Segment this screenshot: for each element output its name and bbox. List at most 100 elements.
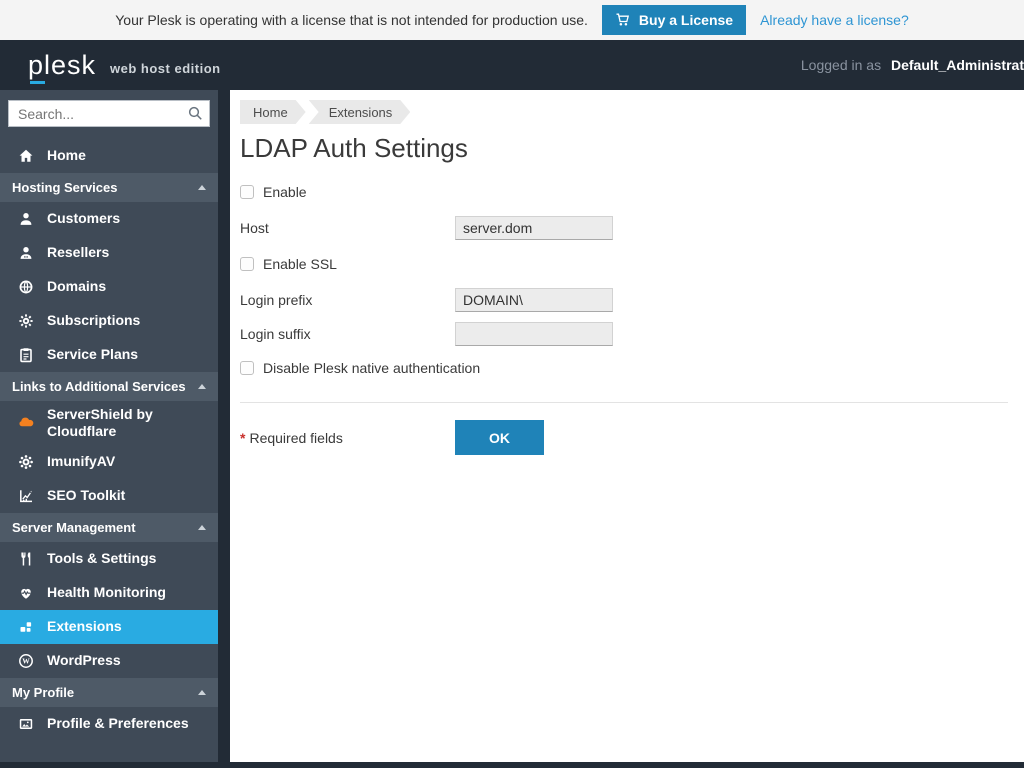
content-panel: Home Extensions LDAP Auth Settings Enabl…: [230, 90, 1024, 762]
reseller-icon: [18, 245, 34, 261]
search-icon[interactable]: [187, 105, 204, 122]
sidebar-item-service-plans[interactable]: Service Plans: [0, 338, 218, 372]
collapse-caret-icon: [198, 384, 206, 389]
imunify-gear-icon: [18, 454, 34, 470]
globe-icon: [18, 279, 34, 295]
login-suffix-label: Login suffix: [240, 326, 455, 342]
clipboard-icon: [18, 347, 34, 363]
sidebar-item-label: Tools & Settings: [47, 550, 208, 568]
login-suffix-row: Login suffix: [240, 322, 1008, 346]
sidebar-item-label: ImunifyAV: [47, 453, 208, 471]
form-footer: *Required fields OK: [240, 420, 1008, 455]
wordpress-icon: W: [18, 653, 34, 669]
sidebar-item-subscriptions[interactable]: Subscriptions: [0, 304, 218, 338]
enable-ssl-label: Enable SSL: [263, 256, 337, 272]
sidebar-item-profile-preferences[interactable]: Profile & Preferences: [0, 707, 218, 741]
sidebar-item-health-monitoring[interactable]: Health Monitoring: [0, 576, 218, 610]
enable-ssl-checkbox[interactable]: [240, 257, 254, 271]
home-icon: [18, 148, 34, 164]
collapse-caret-icon: [198, 690, 206, 695]
section-title: Hosting Services: [12, 180, 198, 195]
breadcrumb-extensions[interactable]: Extensions: [309, 100, 411, 124]
already-have-license-link[interactable]: Already have a license?: [760, 12, 909, 28]
sidebar-item-label: Service Plans: [47, 346, 208, 364]
collapse-caret-icon: [198, 185, 206, 190]
buy-license-button[interactable]: Buy a License: [602, 5, 746, 35]
host-input[interactable]: [455, 216, 613, 240]
sidebar-item-label: Resellers: [47, 244, 208, 262]
user-area: Logged in as Default_Administrat: [801, 57, 1024, 73]
license-message: Your Plesk is operating with a license t…: [115, 12, 588, 28]
sidebar-item-label: SEO Toolkit: [47, 487, 208, 505]
sidebar: Home Hosting Services Customers Reseller…: [0, 90, 218, 762]
customer-icon: [18, 211, 34, 227]
sidebar-item-imunifyav[interactable]: ImunifyAV: [0, 445, 218, 479]
form-divider: [240, 402, 1008, 403]
edition-label: web host edition: [110, 61, 221, 76]
required-fields-note: *Required fields: [240, 430, 455, 446]
sidebar-item-label: Customers: [47, 210, 208, 228]
profile-card-icon: [18, 716, 34, 732]
sidebar-item-label: Extensions: [47, 618, 208, 636]
main-area: Home Hosting Services Customers Reseller…: [0, 90, 1024, 768]
health-heart-icon: [18, 585, 34, 601]
breadcrumb-home[interactable]: Home: [240, 100, 306, 124]
extensions-blocks-icon: [18, 619, 34, 635]
page-title: LDAP Auth Settings: [240, 133, 1008, 164]
enable-ssl-row: Enable SSL: [240, 256, 1008, 272]
logged-in-as-label: Logged in as: [801, 57, 881, 73]
svg-text:W: W: [22, 657, 30, 666]
sidebar-section-hosting-services[interactable]: Hosting Services: [0, 173, 218, 202]
sidebar-section-server-management[interactable]: Server Management: [0, 513, 218, 542]
sidebar-item-seo-toolkit[interactable]: SEO Toolkit: [0, 479, 218, 513]
sidebar-item-label: Domains: [47, 278, 208, 296]
disable-native-row: Disable Plesk native authentication: [240, 360, 1008, 376]
login-prefix-label: Login prefix: [240, 292, 455, 308]
tools-icon: [18, 551, 34, 567]
section-title: Links to Additional Services: [12, 379, 198, 394]
sidebar-item-wordpress[interactable]: W WordPress: [0, 644, 218, 678]
sidebar-item-label: Home: [47, 147, 208, 165]
sidebar-item-tools-settings[interactable]: Tools & Settings: [0, 542, 218, 576]
plesk-logo[interactable]: plesk: [28, 52, 96, 79]
sidebar-item-home[interactable]: Home: [0, 139, 218, 173]
required-asterisk: *: [240, 430, 245, 446]
seo-chart-icon: [18, 488, 34, 504]
login-prefix-row: Login prefix: [240, 288, 1008, 312]
sidebar-item-resellers[interactable]: Resellers: [0, 236, 218, 270]
username[interactable]: Default_Administrat: [891, 57, 1024, 73]
sidebar-search: [8, 100, 210, 127]
enable-row: Enable: [240, 184, 1008, 200]
sidebar-item-customers[interactable]: Customers: [0, 202, 218, 236]
ok-button[interactable]: OK: [455, 420, 544, 455]
login-prefix-input[interactable]: [455, 288, 613, 312]
section-title: Server Management: [12, 520, 198, 535]
sidebar-item-domains[interactable]: Domains: [0, 270, 218, 304]
sidebar-item-label: ServerShield by Cloudflare: [47, 406, 208, 441]
app-header: plesk web host edition Logged in as Defa…: [0, 40, 1024, 90]
sidebar-item-label: Subscriptions: [47, 312, 208, 330]
buy-license-label: Buy a License: [639, 12, 733, 28]
section-title: My Profile: [12, 685, 198, 700]
sidebar-item-label: Profile & Preferences: [47, 715, 208, 733]
gear-icon: [18, 313, 34, 329]
license-banner: Your Plesk is operating with a license t…: [0, 0, 1024, 40]
sidebar-section-additional-services[interactable]: Links to Additional Services: [0, 372, 218, 401]
login-suffix-input[interactable]: [455, 322, 613, 346]
sidebar-section-my-profile[interactable]: My Profile: [0, 678, 218, 707]
host-row: Host: [240, 216, 1008, 240]
cart-icon: [615, 12, 631, 28]
search-input[interactable]: [8, 100, 210, 127]
enable-checkbox[interactable]: [240, 185, 254, 199]
collapse-caret-icon: [198, 525, 206, 530]
disable-native-auth-label: Disable Plesk native authentication: [263, 360, 480, 376]
host-label: Host: [240, 220, 455, 236]
disable-native-auth-checkbox[interactable]: [240, 361, 254, 375]
cloudflare-cloud-icon: [18, 415, 34, 431]
enable-label: Enable: [263, 184, 307, 200]
required-note-text: Required fields: [249, 430, 342, 446]
sidebar-item-servershield[interactable]: ServerShield by Cloudflare: [0, 401, 218, 445]
breadcrumb: Home Extensions: [240, 100, 1008, 124]
sidebar-item-label: WordPress: [47, 652, 208, 670]
sidebar-item-extensions[interactable]: Extensions: [0, 610, 218, 644]
